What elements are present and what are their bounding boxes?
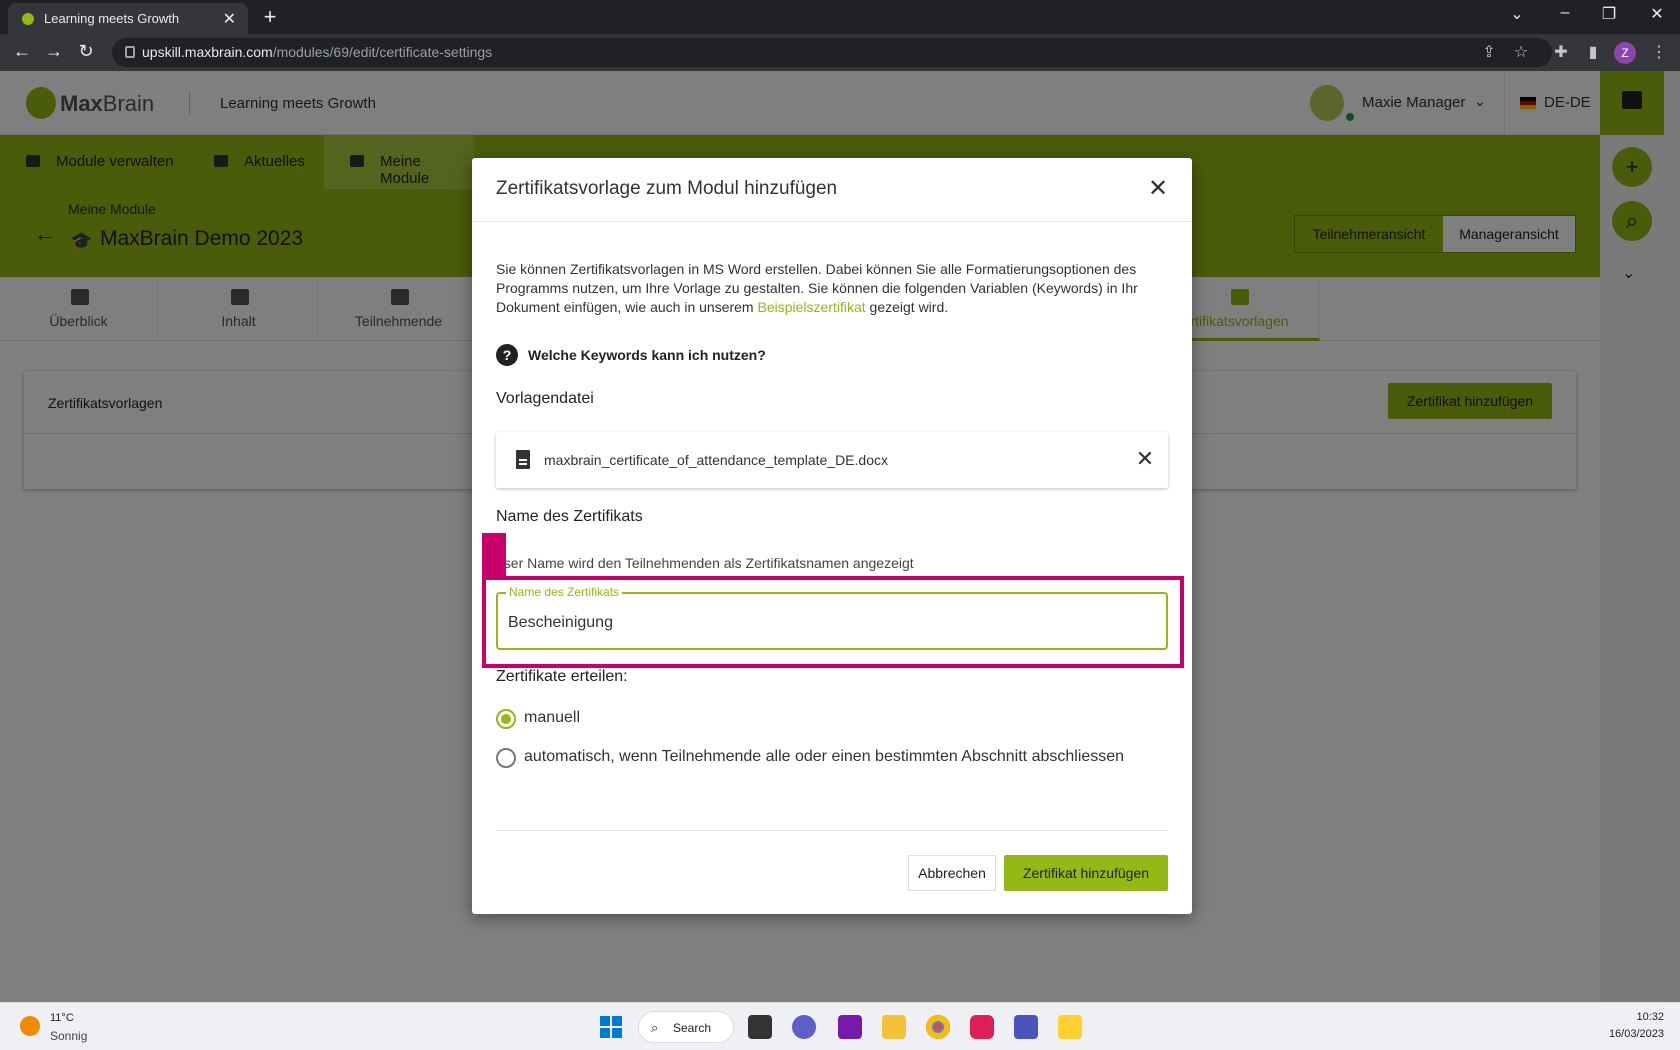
browser-tabbar: Learning meets Growth ✕ + ⌄ – ❐ ✕: [0, 0, 1680, 34]
help-icon[interactable]: ?: [496, 344, 518, 366]
restore-icon[interactable]: ❐: [1594, 4, 1624, 24]
teams-icon[interactable]: [1014, 1015, 1038, 1039]
lock-icon: [125, 46, 135, 58]
search-icon: ⌕: [651, 1020, 659, 1035]
clock-date[interactable]: 16/03/2023: [1580, 1028, 1664, 1040]
clock-time[interactable]: 10:32: [1596, 1011, 1664, 1023]
url-text: upskill.maxbrain.com/modules/69/edit/cer…: [142, 44, 493, 60]
intro-tail: gezeigt wird.: [865, 299, 949, 315]
extensions-icon[interactable]: ✚: [1550, 42, 1572, 62]
document-icon: [516, 450, 530, 469]
dialog-intro: Sie können Zertifikatsvorlagen in MS Wor…: [496, 260, 1156, 317]
certificate-name-value[interactable]: Bescheinigung: [508, 614, 613, 632]
sidepanel-icon[interactable]: ▮: [1582, 42, 1604, 62]
miro-icon[interactable]: [1058, 1015, 1082, 1039]
chrome-icon[interactable]: [926, 1015, 950, 1039]
address-bar: ← → ↻ upskill.maxbrain.com/modules/69/ed…: [0, 34, 1680, 71]
field-floating-label: Name des Zertifikats: [506, 585, 623, 599]
search-label: Search: [673, 1021, 712, 1035]
browser-menu-icon[interactable]: ⋮: [1648, 42, 1670, 62]
file-name: maxbrain_certificate_of_attendance_templ…: [544, 452, 888, 468]
file-explorer-icon[interactable]: [882, 1015, 906, 1039]
add-certificate-dialog: Zertifikatsvorlage zum Modul hinzufügen …: [472, 158, 1192, 914]
bookmark-star-icon[interactable]: ☆: [1510, 42, 1532, 62]
dialog-header: Zertifikatsvorlage zum Modul hinzufügen …: [472, 158, 1192, 222]
new-tab-icon[interactable]: +: [258, 6, 282, 30]
os-taskbar: 11°C Sonnig ⌕ Search 10:32 16/03/2023: [0, 1002, 1680, 1050]
window-close-icon[interactable]: ✕: [1642, 4, 1672, 24]
browser-tab[interactable]: Learning meets Growth ✕: [8, 3, 248, 34]
radio-automatic[interactable]: [496, 748, 516, 768]
task-view-icon[interactable]: [748, 1015, 772, 1039]
certificate-name-field[interactable]: Name des Zertifikats Bescheinigung: [496, 585, 1168, 650]
certificate-name-label: Name des Zertifikats: [496, 508, 643, 525]
close-icon[interactable]: ✕: [1143, 174, 1173, 204]
tab-search-chevron-icon[interactable]: ⌄: [1502, 4, 1532, 24]
template-file-item: maxbrain_certificate_of_attendance_templ…: [496, 432, 1168, 488]
keywords-help-link[interactable]: Welche Keywords kann ich nutzen?: [528, 347, 766, 363]
back-icon[interactable]: ←: [10, 41, 34, 62]
radio-manual[interactable]: [496, 709, 516, 729]
onenote-icon[interactable]: [838, 1015, 862, 1039]
dialog-divider: [496, 830, 1168, 831]
profile-avatar[interactable]: Z: [1614, 42, 1636, 64]
taskbar-search[interactable]: ⌕ Search: [638, 1011, 734, 1043]
template-file-label: Vorlagendatei: [496, 390, 594, 407]
issue-certificates-label: Zertifikate erteilen:: [496, 668, 628, 685]
weather-temperature[interactable]: 11°C: [50, 1012, 74, 1024]
cancel-button[interactable]: Abbrechen: [908, 855, 996, 891]
dialog-title: Zertifikatsvorlage zum Modul hinzufügen: [496, 178, 838, 199]
add-certificate-submit-button[interactable]: Zertifikat hinzufügen: [1004, 855, 1168, 891]
reload-icon[interactable]: ↻: [74, 41, 98, 62]
certificate-name-description: eser Name wird den Teilnehmenden als Zer…: [496, 555, 914, 571]
slack-icon[interactable]: [970, 1015, 994, 1039]
share-icon[interactable]: ⇪: [1478, 42, 1500, 62]
radio-manual-label[interactable]: manuell: [524, 709, 580, 727]
example-certificate-link[interactable]: Beispielszertifikat: [757, 299, 865, 315]
highlight-marker: [482, 533, 506, 577]
browser-tab-title: Learning meets Growth: [44, 11, 180, 26]
url-field[interactable]: upskill.maxbrain.com/modules/69/edit/cer…: [112, 38, 1552, 67]
remove-file-icon[interactable]: ✕: [1132, 446, 1158, 472]
minimize-icon[interactable]: –: [1550, 4, 1580, 22]
teams-chat-icon[interactable]: [792, 1015, 816, 1039]
sun-icon: [20, 1016, 40, 1036]
weather-description[interactable]: Sonnig: [50, 1029, 87, 1043]
windows-start-icon[interactable]: [600, 1016, 622, 1038]
maxbrain-favicon-icon: [22, 13, 34, 25]
radio-automatic-label[interactable]: automatisch, wenn Teilnehmende alle oder…: [524, 748, 1124, 766]
forward-icon[interactable]: →: [42, 41, 66, 62]
close-tab-icon[interactable]: ✕: [223, 9, 236, 29]
